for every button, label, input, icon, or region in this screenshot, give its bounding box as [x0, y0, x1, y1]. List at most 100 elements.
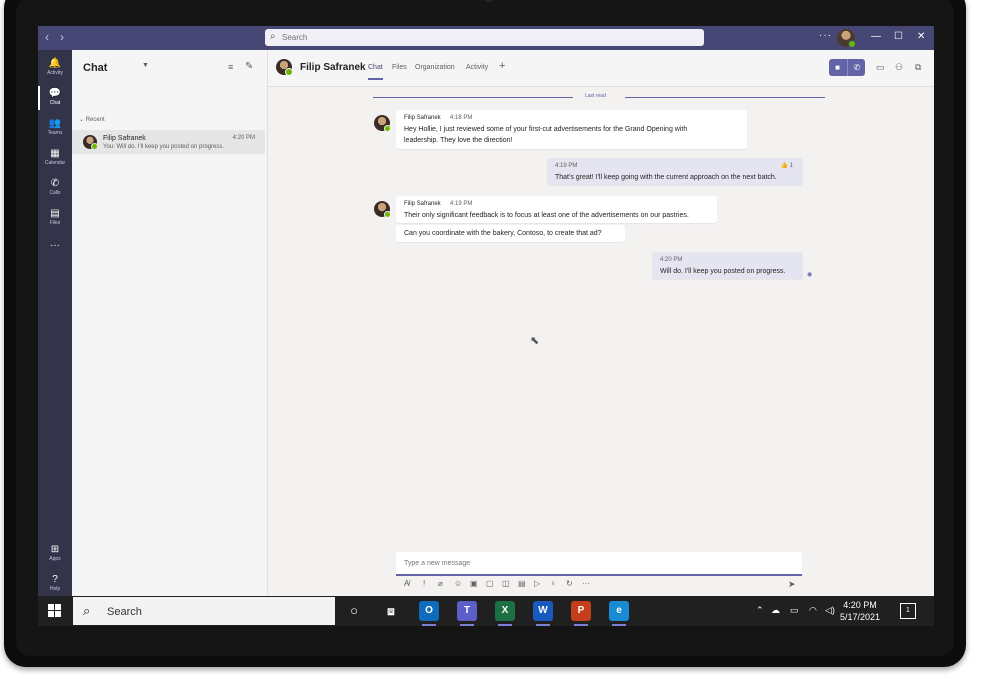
new-chat-icon[interactable]: ✎	[245, 61, 253, 72]
edge-icon[interactable]: e	[609, 601, 629, 626]
volume-icon[interactable]: ◁)	[825, 605, 835, 616]
message-time: 4:18 PM	[450, 115, 473, 121]
chevron-down-icon[interactable]: ▼	[142, 62, 149, 69]
message-bubble[interactable]: 4:20 PM Will do. I'll keep you posted on…	[652, 252, 803, 279]
tab-chat[interactable]: Chat	[368, 64, 383, 80]
last-read-divider: Last read	[373, 92, 825, 102]
recent-section-header[interactable]: ⌄ Recent	[79, 116, 105, 123]
stream-icon[interactable]: ▷	[534, 579, 540, 588]
more-options-icon[interactable]: ···	[582, 579, 590, 588]
rail-item-more[interactable]: ···	[38, 236, 72, 264]
rail-item-teams[interactable]: 👥 Teams	[38, 114, 72, 142]
phone-icon: ✆	[50, 178, 60, 189]
rail-item-chat[interactable]: 💬 Chat	[38, 84, 72, 112]
read-receipt-icon: ◉	[807, 272, 813, 278]
format-icon[interactable]: A̸	[404, 579, 409, 588]
message-text: That's great! I'll keep going with the c…	[555, 174, 777, 181]
conversation-title: Filip Safranek	[300, 62, 366, 73]
back-button[interactable]: ‹	[45, 30, 49, 44]
rail-item-files[interactable]: ▤ Files	[38, 204, 72, 232]
video-call-icon[interactable]: ■	[829, 59, 846, 76]
wifi-icon[interactable]: ◠	[809, 605, 817, 616]
search-input[interactable]	[282, 31, 692, 44]
avatar[interactable]	[374, 115, 391, 132]
taskbar-search[interactable]: ⌕ Search	[73, 597, 335, 625]
windows-taskbar: ⌕ Search ○ ⧈ O T X W P e ⌃ ☁ ▭ ◠ ◁) 4:20…	[38, 596, 934, 626]
chevron-up-icon[interactable]: ⌃	[756, 605, 764, 616]
add-tab-icon[interactable]: +	[499, 60, 505, 72]
task-view-icon[interactable]: ⧈	[381, 601, 401, 621]
teams-window: ‹ › ⌕ ··· — ☐ ✕ 🔔 Activity 💬 Chat 👥 Team…	[38, 26, 934, 626]
message-bubble[interactable]: Can you coordinate with the bakery, Cont…	[396, 225, 625, 242]
praise-icon[interactable]: ♀	[550, 579, 556, 588]
rail-item-calendar[interactable]: ▦ Calendar	[38, 144, 72, 172]
battery-icon[interactable]: ▭	[790, 605, 799, 616]
profile-avatar[interactable]	[837, 29, 856, 48]
search-box[interactable]: ⌕	[265, 29, 704, 46]
presence-available-icon	[848, 40, 856, 48]
message-text: Hey Hollie, I just reviewed some of your…	[404, 126, 688, 133]
sticker-icon[interactable]: ▢	[486, 579, 494, 588]
rail-item-help[interactable]: ? Help	[38, 570, 72, 598]
word-icon[interactable]: W	[533, 601, 553, 626]
rail-item-apps[interactable]: ⊞ Apps	[38, 540, 72, 568]
schedule-icon[interactable]: ▤	[518, 579, 526, 588]
tab-activity[interactable]: Activity	[466, 64, 488, 71]
notification-icon[interactable]: 1	[900, 603, 916, 619]
search-icon: ⌕	[83, 603, 91, 618]
excel-icon[interactable]: X	[495, 601, 515, 626]
call-buttons: ■ ✆	[829, 59, 865, 76]
tab-files[interactable]: Files	[392, 64, 407, 71]
attach-icon[interactable]: ⌀	[438, 579, 443, 588]
avatar[interactable]	[374, 201, 391, 218]
meet-now-icon[interactable]: ◫	[502, 579, 510, 588]
screen-share-icon[interactable]: ▭	[876, 62, 885, 73]
windows-start-icon[interactable]	[48, 604, 62, 618]
more-options-button[interactable]: ···	[819, 30, 832, 41]
taskbar-clock[interactable]: 4:20 PM 5/17/2021	[836, 599, 884, 623]
audio-call-icon[interactable]: ✆	[847, 59, 866, 76]
avatar	[83, 135, 98, 150]
pop-out-icon[interactable]: ⧉	[915, 62, 921, 73]
minimize-button[interactable]: —	[871, 31, 881, 43]
filter-icon[interactable]: ≡	[228, 62, 233, 72]
avatar[interactable]	[276, 59, 293, 76]
loop-icon[interactable]: ↻	[566, 579, 573, 588]
apps-icon: ⊞	[50, 544, 60, 555]
rail-item-calls[interactable]: ✆ Calls	[38, 174, 72, 202]
title-bar: ‹ › ⌕ ··· — ☐ ✕	[38, 26, 934, 50]
powerpoint-icon[interactable]: P	[571, 601, 591, 626]
chat-list-title[interactable]: Chat	[83, 62, 107, 74]
compose-box[interactable]	[396, 552, 802, 576]
maximize-button[interactable]: ☐	[894, 31, 903, 43]
add-people-icon[interactable]: ⚇	[895, 62, 903, 73]
teams-app-icon[interactable]: T	[457, 601, 477, 626]
chat-list-item[interactable]: Filip Safranek 4:20 PM You: Will do. I'l…	[72, 130, 265, 154]
outlook-icon[interactable]: O	[419, 601, 439, 626]
message-text: Will do. I'll keep you posted on progres…	[660, 268, 786, 275]
cortana-icon[interactable]: ○	[344, 601, 364, 621]
search-icon: ⌕	[270, 31, 276, 42]
reaction-like-icon[interactable]: 👍 1	[781, 162, 793, 169]
calendar-icon: ▦	[50, 148, 60, 159]
message-time: 4:20 PM	[660, 257, 683, 263]
chat-item-preview: You: Will do. I'll keep you posted on pr…	[103, 144, 224, 150]
onedrive-icon[interactable]: ☁	[771, 605, 780, 616]
rail-item-activity[interactable]: 🔔 Activity	[38, 54, 72, 82]
message-input[interactable]	[404, 557, 784, 569]
tab-organization[interactable]: Organization	[415, 64, 455, 71]
message-bubble[interactable]: Filip Safranek 4:19 PM Their only signif…	[396, 196, 717, 223]
message-bubble[interactable]: 4:19 PM 👍 1 That's great! I'll keep goin…	[547, 158, 803, 185]
emoji-icon[interactable]: ☺	[454, 579, 462, 588]
send-icon[interactable]: ➤	[788, 579, 796, 590]
close-button[interactable]: ✕	[917, 31, 925, 43]
message-bubble[interactable]: Filip Safranek 4:18 PM Hey Hollie, I jus…	[396, 110, 747, 149]
important-icon[interactable]: !	[423, 579, 425, 588]
bell-icon: 🔔	[48, 58, 62, 69]
compose-toolbar: A̸ ! ⌀ ☺ ▣ ▢ ◫ ▤ ▷ ♀ ↻ ···	[400, 579, 804, 593]
gif-icon[interactable]: ▣	[470, 579, 478, 588]
forward-button[interactable]: ›	[60, 30, 64, 44]
mouse-pointer-icon: ⬉	[530, 335, 540, 347]
chat-icon: 💬	[48, 88, 62, 99]
conversation-header: Filip Safranek Chat Files Organization A…	[268, 50, 934, 87]
